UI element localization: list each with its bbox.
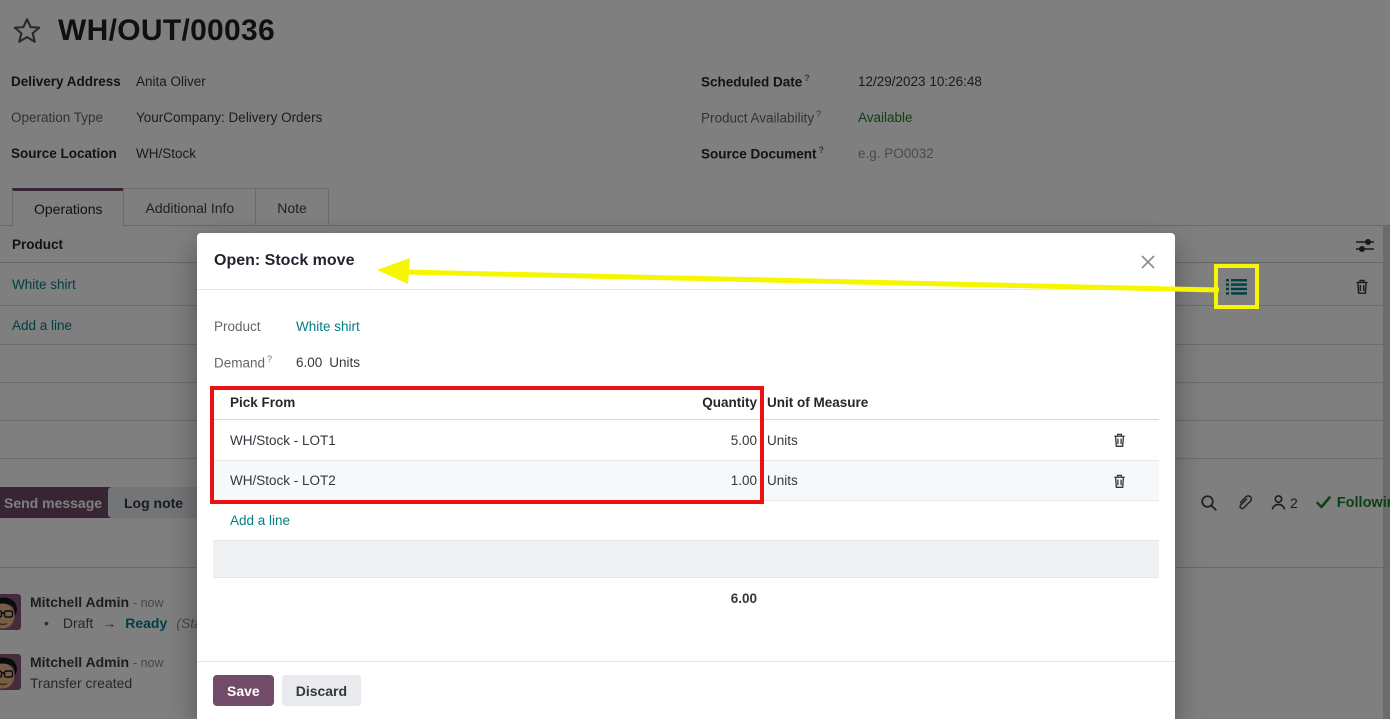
discard-button[interactable]: Discard	[282, 675, 361, 706]
table-row: WH/Stock - LOT2 1.00 Units	[213, 461, 1159, 501]
col-header-uom[interactable]: Unit of Measure	[757, 395, 1089, 410]
demand-uom: Units	[329, 355, 360, 370]
product-link[interactable]: White shirt	[296, 319, 360, 334]
close-icon[interactable]	[1137, 251, 1159, 273]
field-label: Demand?	[214, 354, 296, 371]
pick-from-table-header: Pick From Quantity Unit of Measure	[213, 385, 1159, 420]
demand-value[interactable]: 6.00	[296, 355, 322, 370]
help-icon: ?	[267, 354, 272, 364]
screen: WH/OUT/00036 Delivery Address Anita Oliv…	[0, 0, 1390, 719]
table-total-row: 6.00	[213, 578, 1159, 618]
col-header-pick-from[interactable]: Pick From	[213, 395, 570, 410]
quantity-cell[interactable]: 1.00	[570, 473, 757, 488]
pick-from-table: Pick From Quantity Unit of Measure WH/St…	[213, 385, 1159, 618]
uom-cell[interactable]: Units	[757, 473, 1089, 488]
table-empty-band	[213, 541, 1159, 578]
pick-from-cell[interactable]: WH/Stock - LOT2	[213, 473, 570, 488]
field-label: Product	[214, 319, 296, 334]
delete-row-trash-icon[interactable]	[1112, 473, 1127, 489]
add-a-line-link[interactable]: Add a line	[230, 513, 290, 528]
pick-from-cell[interactable]: WH/Stock - LOT1	[213, 433, 570, 448]
quantity-cell[interactable]: 5.00	[570, 433, 757, 448]
table-row-add: Add a line	[213, 501, 1159, 541]
save-button[interactable]: Save	[213, 675, 274, 706]
dialog-field-product: Product White shirt	[197, 311, 377, 341]
dialog-header: Open: Stock move	[197, 233, 1175, 290]
stock-move-dialog: Open: Stock move Product White shirt Dem…	[197, 233, 1175, 719]
dialog-footer: Save Discard	[197, 661, 1175, 719]
uom-cell[interactable]: Units	[757, 433, 1089, 448]
dialog-title: Open: Stock move	[214, 252, 354, 270]
col-header-quantity[interactable]: Quantity	[570, 395, 757, 410]
table-row: WH/Stock - LOT1 5.00 Units	[213, 420, 1159, 461]
dialog-field-demand: Demand? 6.00 Units	[197, 347, 377, 377]
delete-row-trash-icon[interactable]	[1112, 432, 1127, 448]
quantity-total: 6.00	[570, 591, 757, 606]
